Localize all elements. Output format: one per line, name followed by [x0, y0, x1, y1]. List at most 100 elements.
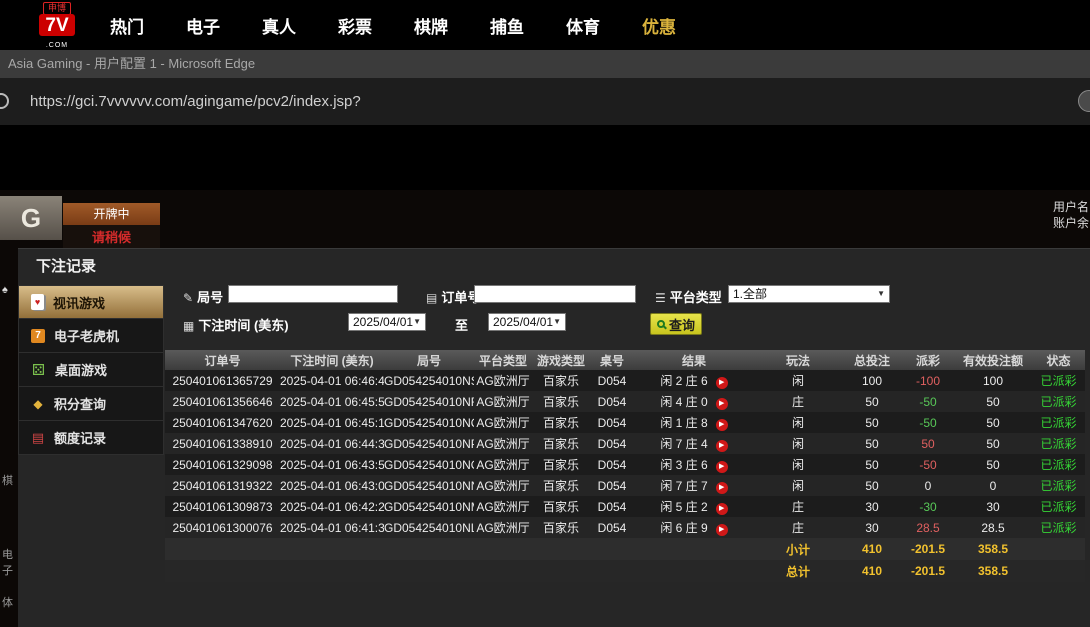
points-icon: ◆ [31, 397, 45, 411]
column-header: 玩法 [754, 350, 842, 370]
result-cell: 闲 5 庄 2▶ [634, 496, 754, 517]
record-icon: ▤ [31, 430, 45, 446]
replay-video-icon[interactable]: ▶ [716, 524, 728, 536]
nav-item-1[interactable]: 热门 [110, 13, 144, 38]
valid-bet-cell: 0 [954, 475, 1032, 496]
total-bet-cell: 100 [842, 370, 902, 391]
sidebar-item[interactable]: ▤ 额度记录 [18, 421, 164, 455]
game-type-cell: 百家乐 [532, 433, 590, 454]
bet-time-cell: 2025-04-01 06:45:18 [280, 412, 384, 433]
replay-video-icon[interactable]: ▶ [716, 440, 728, 452]
dealing-status: 开牌中 [63, 203, 160, 225]
url-text[interactable]: https://gci.7vvvvvv.com/agingame/pcv2/in… [30, 78, 361, 125]
platform-cell: AG欧洲厅 [474, 370, 532, 391]
empty-cell [1032, 560, 1085, 582]
sliver-glyph: 电 [2, 546, 13, 562]
replay-video-icon[interactable]: ▶ [716, 482, 728, 494]
replay-video-icon[interactable]: ▶ [716, 419, 728, 431]
bet-time-cell: 2025-04-01 06:46:40 [280, 370, 384, 391]
column-header: 游戏类型 [532, 350, 590, 370]
sidebar-item-label: 视讯游戏 [53, 293, 105, 312]
empty-cell [474, 560, 532, 582]
total-bet-cell: 50 [842, 433, 902, 454]
payout-cell: 50 [902, 433, 954, 454]
site-top-nav: 申博 7V .COM 热门 电子 真人 彩票 棋牌 捕鱼 体育 优惠 [0, 0, 1090, 50]
nav-item-4[interactable]: 彩票 [338, 13, 372, 38]
platform-cell: AG欧洲厅 [474, 412, 532, 433]
browser-address-bar[interactable]: https://gci.7vvvvvv.com/agingame/pcv2/in… [0, 78, 1090, 125]
status-cell: 已派彩 [1032, 496, 1085, 517]
total-bet-cell: 30 [842, 517, 902, 538]
column-header: 总投注 [842, 350, 902, 370]
summary-payout-cell: -201.5 [902, 560, 954, 582]
valid-bet-cell: 50 [954, 454, 1032, 475]
table-body: 2504010613657292025-04-01 06:46:40GD0542… [165, 370, 1085, 582]
table-row: 2504010613193222025-04-01 06:43:07GD0542… [165, 475, 1085, 496]
empty-cell [165, 538, 280, 560]
sliver-glyph: 体 [2, 594, 13, 610]
valid-bet-cell: 50 [954, 412, 1032, 433]
replay-video-icon[interactable]: ▶ [716, 503, 728, 515]
nav-item-3[interactable]: 真人 [262, 13, 296, 38]
platform-cell: AG欧洲厅 [474, 517, 532, 538]
sidebar-item-label: 积分查询 [54, 394, 106, 413]
search-button[interactable]: 查询 [650, 313, 702, 335]
result-cell: 闲 4 庄 0 ▶ [634, 391, 754, 412]
table-row: 2504010613389102025-04-01 06:44:36GD0542… [165, 433, 1085, 454]
table-no-cell: D054 [590, 475, 634, 496]
game-type-cell: 百家乐 [532, 517, 590, 538]
sidebar-item[interactable]: 7电子老虎机 [18, 319, 164, 353]
chevron-down-icon: ▼ [553, 314, 561, 330]
table-no-cell: D054 [590, 370, 634, 391]
nav-item-7[interactable]: 体育 [566, 13, 600, 38]
game-type-cell: 百家乐 [532, 496, 590, 517]
sidebar-item[interactable]: ◆ 积分查询 [18, 387, 164, 421]
empty-cell [590, 560, 634, 582]
table-row: 2504010613290982025-04-01 06:43:52GD0542… [165, 454, 1085, 475]
bet-record-table-wrap: 订单号下注时间 (美东)局号平台类型游戏类型桌号结果玩法总投注派彩有效投注额状态… [165, 350, 1085, 582]
result-cell: 闲 1 庄 8▶ [634, 412, 754, 433]
status-cell: 已派彩 [1032, 433, 1085, 454]
result-text: 闲 4 庄 0 [660, 395, 707, 409]
sliver-glyph: 子 [2, 562, 13, 578]
bet-time-cell: 2025-04-01 06:41:38 [280, 517, 384, 538]
replay-video-icon[interactable]: ▶ [716, 461, 728, 473]
platform-select[interactable]: ▼ 1.全部 [728, 285, 890, 303]
date-from-select[interactable]: ▼ 2025/04/01 [348, 313, 426, 331]
chevron-down-icon: ▼ [877, 286, 885, 302]
window-title: Asia Gaming - 用户配置 1 - Microsoft Edge [8, 56, 255, 71]
empty-cell [384, 538, 474, 560]
date-to-select[interactable]: ▼ 2025/04/01 [488, 313, 566, 331]
page-info-icon[interactable] [0, 93, 9, 109]
round-no-label: ✎局号 [183, 287, 223, 306]
table-row: 2504010613000762025-04-01 06:41:38GD0542… [165, 517, 1085, 538]
dice-icon: ⚄ [31, 361, 46, 379]
sidebar-item-label: 额度记录 [54, 428, 106, 447]
nav-item-6[interactable]: 捕鱼 [490, 13, 524, 38]
play-cell: 庄 [754, 391, 842, 412]
empty-cell [590, 538, 634, 560]
total-bet-cell: 50 [842, 475, 902, 496]
sidebar-item[interactable]: ⚄桌面游戏 [18, 353, 164, 387]
status-cell: 已派彩 [1032, 370, 1085, 391]
site-logo[interactable]: 申博 7V .COM [28, 0, 86, 51]
round-no-input[interactable] [228, 285, 398, 303]
nav-item-2[interactable]: 电子 [186, 13, 220, 38]
platform-cell: AG欧洲厅 [474, 475, 532, 496]
cards-icon: ♥ [31, 294, 44, 310]
order-no-input[interactable] [474, 285, 636, 303]
browser-menu-icon[interactable] [1078, 90, 1090, 112]
nav-item-5[interactable]: 棋牌 [414, 13, 448, 38]
sidebar-item[interactable]: ♥ 视讯游戏 [18, 285, 164, 319]
replay-video-icon[interactable]: ▶ [716, 398, 728, 410]
platform-cell: AG欧洲厅 [474, 433, 532, 454]
nav-item-8[interactable]: 优惠 [642, 13, 676, 38]
empty-cell [1032, 538, 1085, 560]
valid-bet-cell: 30 [954, 496, 1032, 517]
play-cell: 庄 [754, 517, 842, 538]
table-no-cell: D054 [590, 433, 634, 454]
result-cell: 闲 7 庄 4▶ [634, 433, 754, 454]
payout-cell: 0 [902, 475, 954, 496]
column-header: 结果 [634, 350, 754, 370]
replay-video-icon[interactable]: ▶ [716, 377, 728, 389]
